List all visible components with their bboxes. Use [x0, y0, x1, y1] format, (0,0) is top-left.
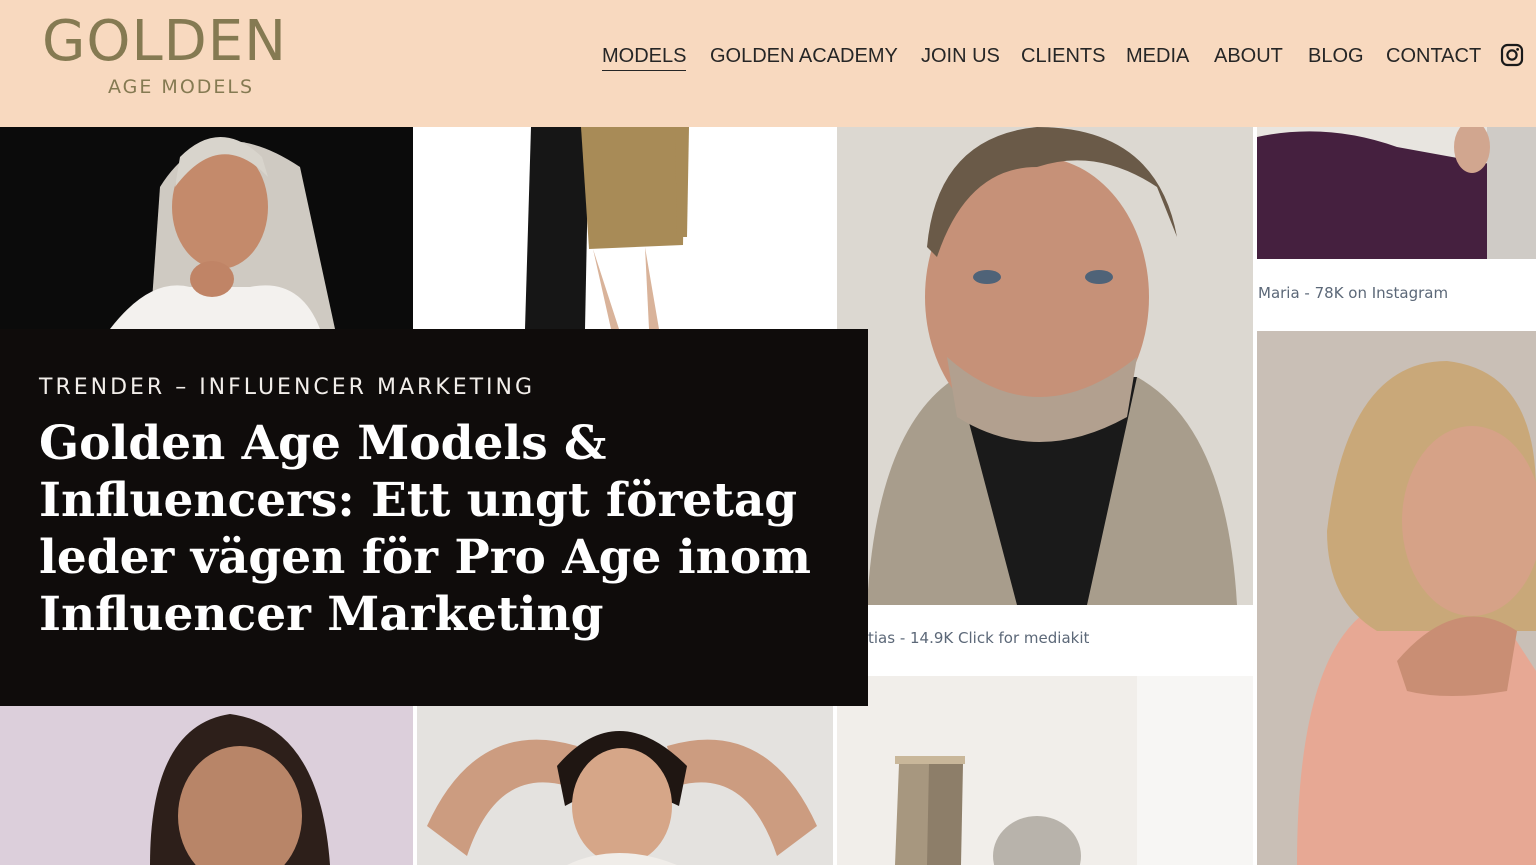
logo-tagline: AGE MODELS [108, 76, 255, 98]
model-photo-mattias[interactable] [837, 127, 1253, 605]
site-header: GOLDEN AGE MODELS MODELS GOLDEN ACADEMY … [0, 0, 1536, 127]
article-card[interactable]: TRENDER – INFLUENCER MARKETING Golden Ag… [0, 329, 868, 706]
model-caption-mattias[interactable]: tias - 14.9K Click for mediakit [868, 629, 1089, 647]
model-photo-silver-hair-woman[interactable] [0, 127, 413, 329]
logo[interactable]: GOLDEN AGE MODELS [42, 10, 332, 105]
model-photo-blonde-woman[interactable] [1257, 331, 1536, 865]
model-photo-arms-raised-woman[interactable] [417, 706, 833, 865]
nav-item-models[interactable]: MODELS [602, 44, 687, 71]
nav-item-golden-academy[interactable]: GOLDEN ACADEMY [710, 44, 898, 68]
nav-item-blog[interactable]: BLOG [1308, 44, 1364, 68]
article-category[interactable]: TRENDER – INFLUENCER MARKETING [39, 375, 535, 400]
nav-item-clients[interactable]: CLIENTS [1021, 44, 1105, 68]
nav-item-media[interactable]: MEDIA [1126, 44, 1189, 68]
model-photo-dark-hair-woman[interactable] [0, 706, 413, 865]
nav-item-join-us[interactable]: JOIN US [921, 44, 1000, 68]
nav-item-contact[interactable]: CONTACT [1386, 44, 1481, 68]
nav-item-about[interactable]: ABOUT [1214, 44, 1283, 68]
model-caption-maria[interactable]: Maria - 78K on Instagram [1258, 284, 1448, 302]
model-photo-sequin-dress[interactable] [413, 127, 837, 329]
logo-wordmark: GOLDEN [42, 9, 288, 74]
model-photo-maria[interactable] [1257, 127, 1536, 259]
instagram-icon[interactable] [1500, 43, 1524, 67]
article-headline[interactable]: Golden Age Models & Influencers: Ett ung… [39, 415, 839, 643]
model-photo-interior-scene[interactable] [837, 676, 1253, 865]
